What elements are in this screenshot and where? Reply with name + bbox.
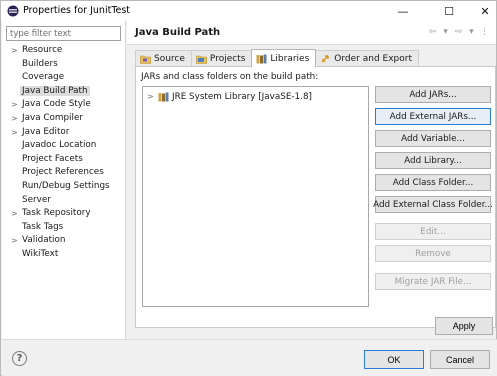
order-export-icon — [321, 55, 329, 63]
migrate-jar-button[interactable]: Migrate JAR File... — [375, 273, 491, 290]
nav-item-label: Project Facets — [22, 153, 83, 164]
history-nav: ⇦ ▾ ⇨ ▾ ⋮ — [427, 27, 490, 37]
nav-item-java-build-path[interactable]: Java Build Path — [2, 85, 126, 99]
chevron-right-icon[interactable]: > — [11, 234, 18, 248]
back-arrow-icon[interactable]: ⇦ — [427, 27, 438, 37]
nav-item-label: Java Compiler — [22, 112, 83, 123]
nav-item-label: WikiText — [22, 248, 59, 259]
apply-button[interactable]: Apply — [435, 317, 493, 335]
page-header: Java Build Path ⇦ ▾ ⇨ ▾ ⋮ — [127, 21, 496, 45]
nav-item-task-tags[interactable]: Task Tags — [2, 221, 126, 235]
libraries-panel: JARs and class folders on the build path… — [135, 66, 496, 328]
help-icon[interactable]: ? — [12, 351, 27, 366]
nav-item-builders[interactable]: Builders — [2, 58, 126, 72]
nav-item-validation[interactable]: > Validation — [2, 234, 126, 248]
forward-arrow-icon[interactable]: ⇨ — [453, 27, 464, 37]
tab-projects[interactable]: Projects — [190, 50, 253, 67]
chevron-right-icon[interactable]: > — [147, 92, 155, 101]
cancel-button[interactable]: Cancel — [430, 350, 490, 369]
menu-icon[interactable]: ⋮ — [479, 27, 490, 37]
tab-label: Source — [154, 54, 185, 64]
nav-item-label: Java Editor — [22, 126, 70, 137]
nav-item-project-references[interactable]: Project References — [2, 166, 126, 180]
build-path-label: JARs and class folders on the build path… — [141, 72, 319, 82]
nav-item-label: Validation — [22, 235, 66, 246]
tab-label: Order and Export — [334, 54, 412, 64]
nav-item-label: Server — [22, 194, 51, 205]
dialog-footer: ? OK Cancel — [2, 339, 497, 376]
tab-label: Libraries — [270, 53, 310, 64]
minimize-button[interactable]: — — [387, 1, 419, 21]
tab-bar: Source Projects Libraries Order and Expo… — [135, 49, 419, 67]
nav-item-label: Java Code Style — [22, 99, 91, 110]
chevron-right-icon[interactable]: > — [11, 126, 18, 140]
properties-dialog: Properties for JunitTest — ☐ ✕ > Resource… — [0, 0, 497, 376]
nav-item-label: Run/Debug Settings — [22, 180, 110, 191]
chevron-right-icon[interactable]: > — [11, 112, 18, 126]
nav-tree: > Resource Builders Coverage Java Build Path… — [2, 44, 126, 262]
nav-item-label: Builders — [22, 58, 58, 69]
add-class-folder-button[interactable]: Add Class Folder... — [375, 174, 491, 191]
nav-item-coverage[interactable]: Coverage — [2, 71, 126, 85]
library-tree[interactable]: > JRE System Library [JavaSE-1.8] — [142, 86, 369, 307]
nav-item-run-debug-settings[interactable]: Run/Debug Settings — [2, 180, 126, 194]
chevron-down-icon[interactable]: ▾ — [466, 27, 477, 37]
nav-item-label: Javadoc Location — [22, 140, 97, 151]
nav-item-java-editor[interactable]: > Java Editor — [2, 126, 126, 140]
nav-item-label: Java Build Path — [20, 85, 90, 96]
ok-button[interactable]: OK — [364, 350, 424, 369]
tab-order-and-export[interactable]: Order and Export — [315, 50, 419, 67]
property-page: Java Build Path ⇦ ▾ ⇨ ▾ ⋮ Source Project… — [127, 21, 496, 339]
add-external-jars-button[interactable]: Add External JARs... — [375, 108, 491, 125]
nav-item-label: Task Repository — [22, 208, 91, 219]
chevron-right-icon[interactable]: > — [11, 44, 18, 58]
maximize-button[interactable]: ☐ — [433, 1, 465, 21]
nav-item-label: Project References — [22, 167, 104, 178]
add-library-button[interactable]: Add Library... — [375, 152, 491, 169]
edit-button[interactable]: Edit... — [375, 223, 491, 240]
nav-item-project-facets[interactable]: Project Facets — [2, 153, 126, 167]
tree-item-jre-library[interactable]: > JRE System Library [JavaSE-1.8] — [147, 90, 312, 103]
nav-item-java-code-style[interactable]: > Java Code Style — [2, 98, 126, 112]
nav-item-javadoc-location[interactable]: Javadoc Location — [2, 139, 126, 153]
nav-item-label: Resource — [22, 45, 63, 55]
title-bar[interactable]: Properties for JunitTest — ☐ ✕ — [1, 1, 496, 21]
eclipse-icon — [7, 5, 19, 17]
close-button[interactable]: ✕ — [469, 1, 497, 21]
add-variable-button[interactable]: Add Variable... — [375, 130, 491, 147]
tree-item-label: JRE System Library [JavaSE-1.8] — [172, 91, 312, 102]
nav-item-label: Coverage — [22, 72, 65, 83]
chevron-right-icon[interactable]: > — [11, 98, 18, 112]
chevron-right-icon[interactable]: > — [11, 207, 18, 221]
nav-item-server[interactable]: Server — [2, 194, 126, 208]
nav-item-label: Task Tags — [22, 221, 64, 232]
remove-button[interactable]: Remove — [375, 245, 491, 262]
nav-item-java-compiler[interactable]: > Java Compiler — [2, 112, 126, 126]
libraries-icon — [256, 54, 267, 63]
preference-navigation: > Resource Builders Coverage Java Build Path… — [2, 21, 126, 339]
filter-input[interactable] — [6, 26, 121, 41]
nav-item-resource[interactable]: > Resource — [2, 44, 126, 58]
add-jars-button[interactable]: Add JARs... — [375, 86, 491, 103]
library-icon — [158, 92, 169, 101]
nav-item-task-repository[interactable]: > Task Repository — [2, 207, 126, 221]
projects-icon — [196, 55, 207, 64]
window-title: Properties for JunitTest — [23, 5, 131, 16]
source-folder-icon — [140, 55, 151, 64]
nav-item-wikitext[interactable]: WikiText — [2, 248, 126, 262]
page-title: Java Build Path — [135, 27, 221, 38]
tab-libraries[interactable]: Libraries — [251, 49, 317, 67]
add-external-class-folder-button[interactable]: Add External Class Folder... — [373, 196, 493, 213]
chevron-down-icon[interactable]: ▾ — [440, 27, 451, 37]
tab-source[interactable]: Source — [135, 50, 192, 67]
tab-label: Projects — [209, 54, 246, 64]
